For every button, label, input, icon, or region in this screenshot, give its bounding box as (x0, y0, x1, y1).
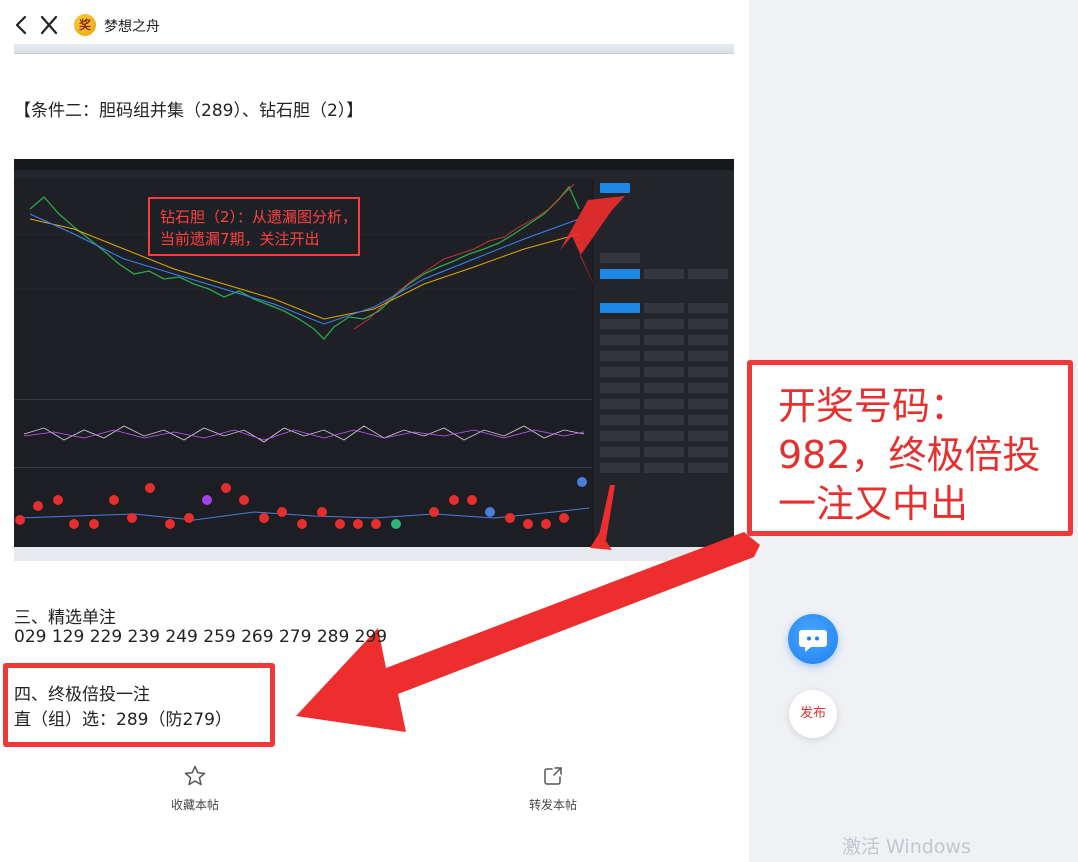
result-callout-text: 开奖号码：982，终极倍投一注又中出 (778, 384, 1041, 526)
chat-button[interactable] (788, 614, 838, 664)
publish-label: 发布 (799, 706, 826, 721)
section4-title: 四、终极倍投一注 (14, 685, 150, 705)
section3-numbers: 029 129 229 239 249 259 269 279 289 299 (14, 627, 388, 647)
share-label: 转发本帖 (528, 798, 577, 812)
star-icon (184, 765, 206, 786)
windows-watermark: 激活 Windows (842, 836, 971, 858)
section4-value: 直（组）选：289（防279） (14, 710, 232, 730)
publish-button[interactable]: 发布 (789, 690, 837, 738)
share-icon (544, 767, 562, 785)
favorite-label: 收藏本帖 (170, 798, 219, 812)
chat-icon (799, 630, 827, 652)
section3-title: 三、精选单注 (14, 608, 116, 628)
favorite-button[interactable]: 收藏本帖 (160, 764, 230, 813)
share-button[interactable]: 转发本帖 (518, 764, 588, 813)
